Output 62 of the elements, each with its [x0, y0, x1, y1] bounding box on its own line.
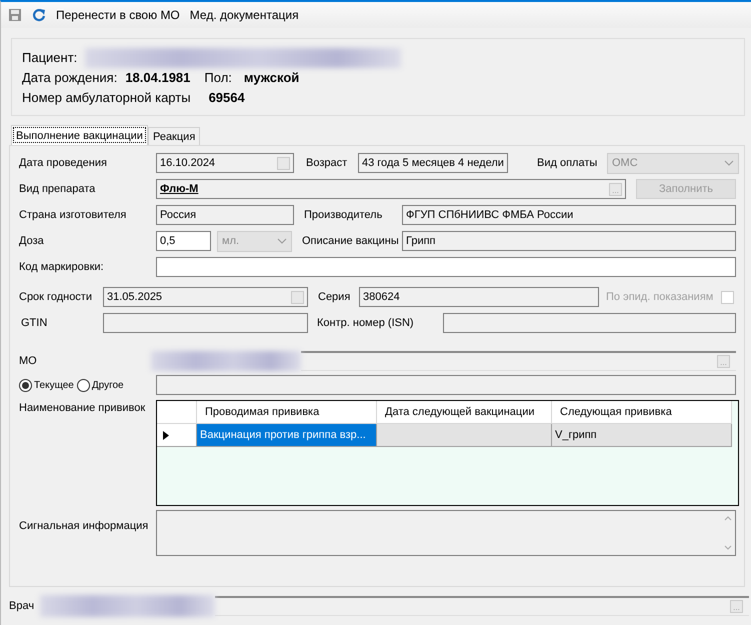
- row-header[interactable]: [157, 424, 197, 447]
- field-label: Вид оплаты: [537, 157, 598, 169]
- birth-date: 18.04.1981: [125, 70, 190, 86]
- chevron-down-icon: [724, 160, 734, 166]
- series-field: 380624: [359, 287, 599, 307]
- description-field: Грипп: [402, 231, 736, 251]
- field-label: Срок годности: [19, 291, 93, 303]
- expiry-date-field[interactable]: 31.05.2025: [103, 287, 308, 307]
- field-label: Страна изготовителя: [19, 209, 128, 221]
- field-label: Производитель: [304, 209, 384, 221]
- table-cell[interactable]: Вакцинация против гриппа взр...: [197, 424, 377, 447]
- toolbar-button[interactable]: Перенести в свою МО: [53, 6, 183, 24]
- drug-field[interactable]: Флю-М ...: [156, 179, 626, 199]
- calendar-toggle[interactable]: [291, 290, 304, 304]
- isn-field[interactable]: [443, 313, 736, 333]
- age-field: 43 года 5 месяцев 4 недели: [358, 153, 508, 173]
- field-label: Дата рождения:: [22, 70, 118, 86]
- chevron-down-icon: [277, 238, 287, 244]
- date-field[interactable]: 16.10.2024: [156, 153, 294, 173]
- field-label: Сигнальная информация: [19, 519, 150, 532]
- sex-value: мужской: [244, 70, 300, 86]
- radio-button[interactable]: [19, 378, 32, 392]
- save-icon: [8, 8, 22, 22]
- calendar-toggle[interactable]: [277, 156, 290, 170]
- field-label: МО: [19, 355, 38, 367]
- organization-other-field[interactable]: [156, 375, 736, 395]
- manufacturer-field: ФГУП СПбНИИВС ФМБА России: [402, 205, 736, 225]
- epid-label: По эпид. показаниям: [606, 291, 714, 303]
- gtin-field[interactable]: [103, 313, 308, 333]
- field-label: Наименование прививок: [19, 401, 146, 414]
- row-header: [157, 401, 197, 424]
- field-label: Возраст: [306, 157, 348, 169]
- column-header[interactable]: Следующая прививка: [552, 401, 732, 424]
- radio-label: Текущее: [34, 380, 74, 390]
- field-label: Описание вакцины: [302, 235, 400, 247]
- field-label: Врач: [9, 600, 36, 612]
- field-label: Пол:: [204, 70, 232, 86]
- country-field: Россия: [156, 205, 294, 225]
- radio-label: Другое: [92, 380, 124, 390]
- field-label: Код маркировки:: [19, 261, 105, 273]
- tab[interactable]: Выполнение вакцинации: [11, 125, 148, 145]
- current-row-icon: [163, 430, 169, 440]
- field-label: Пациент:: [22, 50, 78, 65]
- field-label: Доза: [19, 235, 45, 247]
- card-number: 69564: [208, 90, 245, 105]
- radio-button[interactable]: [76, 378, 90, 392]
- field-label: Дата проведения: [19, 157, 108, 169]
- toolbar-button[interactable]: Мед. документация: [186, 6, 302, 24]
- dose-field[interactable]: 0,5: [156, 231, 211, 251]
- column-header[interactable]: Дата следующей вакцинации: [377, 401, 552, 424]
- refresh-icon: [32, 8, 46, 22]
- table-cell[interactable]: [377, 424, 552, 447]
- field-label: GTIN: [21, 317, 48, 329]
- column-header[interactable]: Проводимая прививка: [197, 401, 377, 424]
- field-label: Номер амбулаторной карты: [22, 90, 191, 105]
- tab[interactable]: Реакция: [148, 127, 200, 145]
- field-label: Вид препарата: [19, 183, 96, 195]
- field-label: Контр. номер (ISN): [317, 317, 415, 329]
- field-label: Серия: [318, 291, 352, 303]
- marking-code-field[interactable]: [156, 257, 736, 277]
- signal-info-field[interactable]: [156, 510, 736, 556]
- table-cell[interactable]: V_грипп: [552, 424, 732, 447]
